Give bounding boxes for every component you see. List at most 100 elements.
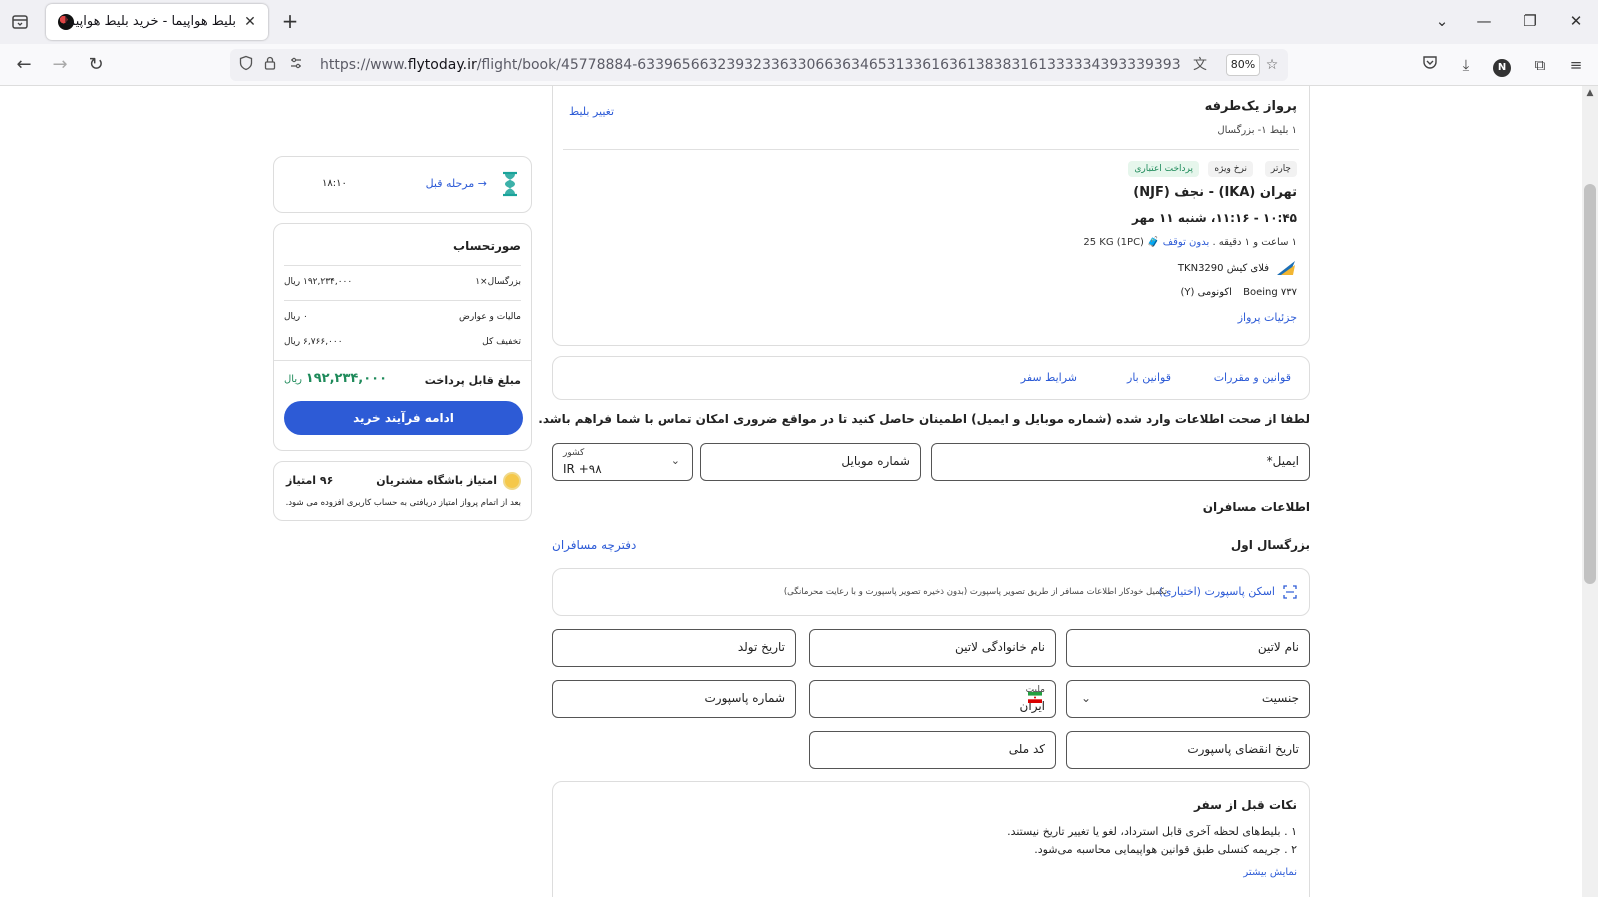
timer-card: ۱۸:۱۰ → مرحله قبل xyxy=(273,156,532,213)
chevron-down-icon[interactable]: ⌄ xyxy=(1430,10,1454,34)
passport-number-field[interactable]: شماره پاسپورت xyxy=(552,680,796,718)
tab-baggage-rules[interactable]: قوانین بار xyxy=(1127,371,1171,384)
birth-date-label: تاریخ تولد xyxy=(737,640,785,654)
browser-nav-bar: ← → ↻ https://www.flytoday.ir/flight/boo… xyxy=(0,44,1598,86)
scan-icon xyxy=(1283,585,1297,599)
restore-icon[interactable]: ❐ xyxy=(1518,10,1542,34)
invoice-title: صورتحساب xyxy=(453,239,521,253)
page-content: پرواز یک‌طرفه ۱ بلیط ۱- بزرگسال تغییر بل… xyxy=(0,86,1582,897)
previous-step-link[interactable]: → مرحله قبل xyxy=(426,177,487,190)
contact-notice: لطفا از صحت اطلاعات وارد شده (شماره موبا… xyxy=(538,412,1310,426)
aircraft-type: Boeing ۷۳۷ xyxy=(1243,287,1297,298)
close-tab-icon[interactable]: ✕ xyxy=(240,12,260,32)
flight-time: ۱۰:۴۵ - ۱۱:۱۶، شنبه ۱۱ مهر xyxy=(1131,211,1297,225)
bookmark-star-icon[interactable]: ☆ xyxy=(1262,55,1282,75)
scroll-up-icon[interactable]: ▲ xyxy=(1582,88,1598,98)
aircraft-cabin-row: اکونومی (Y) Boeing ۷۳۷ xyxy=(1180,287,1297,298)
url-text[interactable]: https://www.flytoday.ir/flight/book/4577… xyxy=(320,57,1180,73)
profile-avatar[interactable]: N xyxy=(1490,53,1514,77)
chevron-down-icon: ⌄ xyxy=(1081,691,1092,705)
mobile-label: شماره موبایل xyxy=(841,454,910,468)
passengers-section-title: اطلاعات مسافران xyxy=(1202,500,1310,514)
continue-purchase-button[interactable]: ادامه فرآیند خرید xyxy=(284,401,523,435)
invoice-row-value: ۱۹۲,۲۳۴,۰۰۰ ریال xyxy=(284,277,353,287)
nationality-select[interactable]: ملیت ایران xyxy=(809,680,1056,718)
ticket-summary: ۱ بلیط ۱- بزرگسال xyxy=(1217,125,1297,136)
download-icon[interactable]: ⤓ xyxy=(1454,53,1478,77)
countdown-timer: ۱۸:۱۰ xyxy=(322,178,347,189)
flight-summary-card: پرواز یک‌طرفه ۱ بلیط ۱- بزرگسال تغییر بل… xyxy=(552,86,1310,346)
travel-note-item: ۲ . جریمه کنسلی طبق قوانین هواپیمایی محا… xyxy=(1034,843,1297,856)
invoice-card: صورتحساب بزرگسال×۱ ۱۹۲,۲۳۴,۰۰۰ ریال مالی… xyxy=(273,223,532,451)
loyalty-points: ۹۶ امتیاز xyxy=(286,474,334,487)
passport-expiry-field[interactable]: تاریخ انقضای پاسپورت xyxy=(1066,731,1310,769)
lock-icon[interactable] xyxy=(260,55,280,75)
close-window-icon[interactable]: ✕ xyxy=(1564,10,1588,34)
country-code-select[interactable]: کشور IR +۹۸ ⌄ xyxy=(552,443,693,481)
loyalty-club-title: امتیاز باشگاه مشتریان xyxy=(376,474,497,487)
menu-icon[interactable]: ≡ xyxy=(1564,53,1588,77)
browser-tab-bar: بلیط هواپیما - خرید بلیط هواپیما ✕ + ⌄ —… xyxy=(0,0,1598,44)
tag-special-fare: نرخ ویژه xyxy=(1208,161,1253,177)
tag-charter: چارتر xyxy=(1264,161,1297,177)
payable-label: مبلغ قابل پرداخت xyxy=(424,374,521,387)
tag-credit-payment: پرداخت اعتباری xyxy=(1128,161,1199,177)
travel-note-item: ۱ . بلیط‌های لحظه آخری قابل استرداد، لغو… xyxy=(1007,825,1297,838)
travel-notes-card: نکات قبل از سفر ۱ . بلیط‌های لحظه آخری ق… xyxy=(552,781,1310,897)
tab-rules[interactable]: قوانین و مقررات xyxy=(1214,371,1291,384)
flight-details-link[interactable]: جزئیات پرواز xyxy=(1238,311,1297,324)
passport-scan-card[interactable]: اسکن پاسپورت (اختیاری) تکمیل خودکار اطلا… xyxy=(552,568,1310,616)
rules-tabs-card: قوانین و مقررات قوانین بار شرایط سفر xyxy=(552,356,1310,400)
first-adult-title: بزرگسال اول xyxy=(1230,538,1310,552)
passport-scan-description: تکمیل خودکار اطلاعات مسافر از طریق تصویر… xyxy=(783,587,1167,597)
travel-notes-title: نکات قبل از سفر xyxy=(1194,798,1297,812)
passport-scan-title[interactable]: اسکن پاسپورت (اختیاری) xyxy=(1159,585,1275,598)
tab-travel-conditions[interactable]: شرایط سفر xyxy=(1021,371,1077,384)
scrollbar-thumb[interactable] xyxy=(1584,184,1596,584)
national-code-label: کد ملی xyxy=(1008,742,1045,756)
national-code-field[interactable]: کد ملی xyxy=(809,731,1056,769)
passport-expiry-label: تاریخ انقضای پاسپورت xyxy=(1187,742,1299,756)
gender-select[interactable]: جنسیت ⌄ xyxy=(1066,680,1310,718)
page-scrollbar[interactable]: ▲ xyxy=(1582,86,1598,897)
arrow-right-icon: → xyxy=(477,177,487,190)
forward-icon[interactable]: → xyxy=(48,53,72,77)
extensions-icon[interactable]: ⧉ xyxy=(1528,53,1552,77)
latin-last-name-label: نام خانوادگی لاتین xyxy=(955,640,1045,654)
coin-icon xyxy=(503,472,521,490)
airline-logo xyxy=(1275,259,1297,277)
email-field[interactable]: ایمیل* xyxy=(931,443,1310,481)
baggage-allowance: 25 KG (1PC) xyxy=(1083,237,1144,248)
cabin-class: اکونومی (Y) xyxy=(1180,287,1232,298)
country-value: IR +۹۸ xyxy=(563,462,602,476)
country-label: کشور xyxy=(563,448,585,458)
divider xyxy=(563,149,1299,150)
email-label: ایمیل* xyxy=(1266,454,1299,468)
translate-icon[interactable]: 文 xyxy=(1190,55,1210,75)
show-more-link[interactable]: نمایش بیشتر xyxy=(1243,867,1297,878)
payable-amount: ۱۹۲,۲۳۴,۰۰۰ ریال xyxy=(284,371,388,386)
flight-stops: بدون توقف xyxy=(1162,237,1210,248)
latin-first-name-label: نام لاتین xyxy=(1257,640,1299,654)
change-ticket-link[interactable]: تغییر بلیط xyxy=(569,105,614,118)
new-tab-icon[interactable]: + xyxy=(278,10,302,34)
tab-list-icon[interactable] xyxy=(8,10,32,34)
pocket-icon[interactable] xyxy=(1418,53,1442,77)
birth-date-field[interactable]: تاریخ تولد xyxy=(552,629,796,667)
flight-route: تهران (IKA) - نجف (NJF) xyxy=(1133,185,1297,200)
back-icon[interactable]: ← xyxy=(12,53,36,77)
shield-icon[interactable] xyxy=(236,55,256,75)
active-tab[interactable]: بلیط هواپیما - خرید بلیط هواپیما ✕ xyxy=(46,4,268,40)
page-settings-icon[interactable] xyxy=(286,55,306,75)
zoom-level[interactable]: 80% xyxy=(1226,54,1260,76)
mobile-field[interactable]: شماره موبایل xyxy=(700,443,921,481)
hourglass-icon xyxy=(501,171,519,197)
iran-flag-icon xyxy=(1028,692,1042,703)
address-bar[interactable]: https://www.flytoday.ir/flight/book/4577… xyxy=(230,49,1288,81)
passenger-address-book-link[interactable]: دفترچه مسافران xyxy=(552,538,636,552)
invoice-row-label: تخفیف کل xyxy=(482,337,521,347)
minimize-icon[interactable]: — xyxy=(1472,10,1496,34)
latin-last-name-field[interactable]: نام خانوادگی لاتین xyxy=(809,629,1056,667)
latin-first-name-field[interactable]: نام لاتین xyxy=(1066,629,1310,667)
reload-icon[interactable]: ↻ xyxy=(84,53,108,77)
